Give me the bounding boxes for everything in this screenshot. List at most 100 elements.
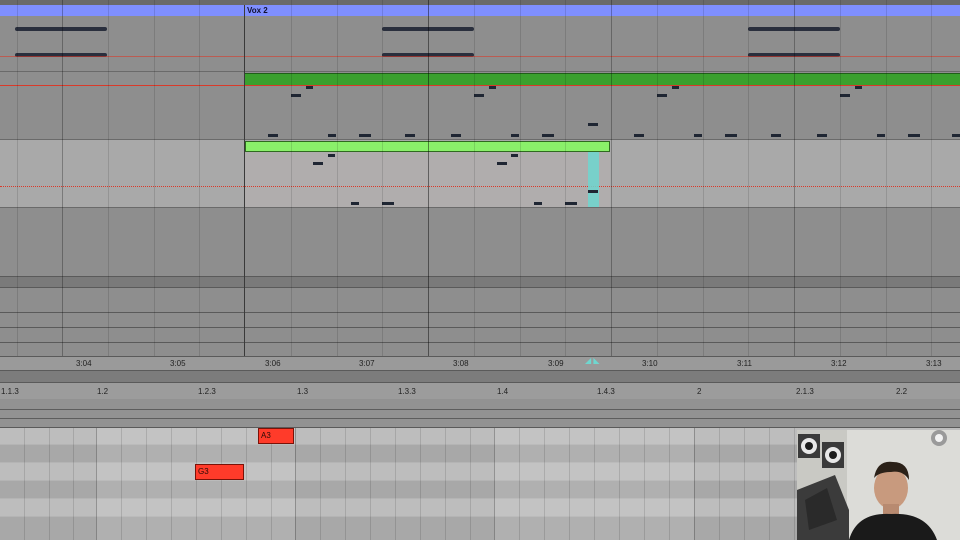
midi-note xyxy=(855,86,862,89)
grid-line xyxy=(931,0,932,356)
automation-line xyxy=(0,85,960,86)
webcam-video-frame xyxy=(797,430,960,540)
midi-note xyxy=(694,134,702,137)
midi-track-lane-1[interactable] xyxy=(0,71,960,139)
grid-line xyxy=(24,428,25,540)
midi-note xyxy=(511,134,519,137)
grid-line xyxy=(644,428,645,540)
empty-track-lane[interactable] xyxy=(0,287,960,312)
midi-note xyxy=(268,134,278,137)
grid-line xyxy=(840,0,841,356)
green-midi-clip[interactable] xyxy=(245,73,960,85)
midi-note xyxy=(634,134,644,137)
midi-note xyxy=(382,202,394,205)
playhead-marker[interactable] xyxy=(588,152,599,207)
grid-line xyxy=(669,428,670,540)
grid-line xyxy=(519,428,520,540)
midi-note xyxy=(328,134,336,137)
empty-track-lane[interactable] xyxy=(0,342,960,357)
track-divider xyxy=(0,276,960,287)
arrangement-view[interactable]: Vox 2 xyxy=(0,0,960,357)
beat-tick: 1.2.3 xyxy=(198,387,216,396)
grid-line xyxy=(199,0,200,356)
audio-track-lane[interactable]: Vox 2 xyxy=(0,5,960,71)
empty-track-lane[interactable] xyxy=(0,207,960,276)
midi-note xyxy=(511,154,518,157)
midi-note xyxy=(908,134,920,137)
midi-note xyxy=(952,134,960,137)
clip-name: Vox 2 xyxy=(247,6,268,15)
midi-note xyxy=(565,202,577,205)
clip-header-vox-2[interactable]: Vox 2 xyxy=(245,5,960,16)
time-tick: 3:08 xyxy=(453,359,469,368)
beat-tick: 2.1.3 xyxy=(796,387,814,396)
grid-line xyxy=(565,0,566,356)
loop-brace-icon[interactable]: ◢ ◣ xyxy=(585,356,600,365)
midi-note xyxy=(725,134,737,137)
grid-line xyxy=(420,428,421,540)
grid-line xyxy=(657,0,658,356)
divider xyxy=(0,418,960,419)
time-tick: 3:13 xyxy=(926,359,942,368)
midi-note xyxy=(489,86,496,89)
midi-note-g3[interactable]: G3 xyxy=(195,464,244,480)
scroll-strip[interactable] xyxy=(0,399,960,428)
midi-track-lane-2[interactable] xyxy=(0,139,960,207)
clip-header-left[interactable] xyxy=(0,5,244,16)
grid-line xyxy=(73,428,74,540)
waveform xyxy=(15,27,107,31)
grid-line xyxy=(291,0,292,356)
midi-note-a3[interactable]: A3 xyxy=(258,428,294,444)
grid-line xyxy=(271,428,272,540)
time-tick: 3:09 xyxy=(548,359,564,368)
grid-line xyxy=(694,428,695,540)
empty-track-lane[interactable] xyxy=(0,327,960,342)
grid-line xyxy=(794,428,795,540)
midi-note xyxy=(359,134,371,137)
empty-track-lane[interactable] xyxy=(0,312,960,327)
grid-line xyxy=(146,428,147,540)
grid-line xyxy=(395,428,396,540)
grid-line xyxy=(246,428,247,540)
timeline-ruler[interactable]: 3:04 3:05 3:06 3:07 3:08 3:09 3:10 3:11 … xyxy=(0,356,960,371)
midi-note xyxy=(313,162,323,165)
midi-note xyxy=(877,134,885,137)
grid-line xyxy=(221,428,222,540)
midi-note xyxy=(474,94,484,97)
grid-line xyxy=(719,428,720,540)
grid-line xyxy=(96,428,97,540)
midi-note xyxy=(451,134,461,137)
midi-note xyxy=(542,134,554,137)
grid-line xyxy=(748,0,749,356)
grid-line xyxy=(619,428,620,540)
grid-line xyxy=(345,428,346,540)
midi-note xyxy=(588,190,598,193)
webcam-overlay xyxy=(797,430,960,540)
beat-tick: 1.3 xyxy=(297,387,309,396)
midi-note xyxy=(534,202,542,205)
grid-line xyxy=(520,0,521,356)
midi-note xyxy=(771,134,781,137)
grid-line xyxy=(320,428,321,540)
time-tick: 3:06 xyxy=(265,359,281,368)
note-label: A3 xyxy=(261,431,271,440)
grid-line xyxy=(196,428,197,540)
grid-line xyxy=(544,428,545,540)
time-tick: 3:12 xyxy=(831,359,847,368)
beat-tick: 1.1.3 xyxy=(1,387,19,396)
beat-ruler[interactable]: 1.1.3 1.2 1.2.3 1.3 1.3.3 1.4 1.4.3 2 2.… xyxy=(0,382,960,400)
grid-line xyxy=(337,0,338,356)
time-tick: 3:05 xyxy=(170,359,186,368)
grid-line xyxy=(154,0,155,356)
divider xyxy=(0,409,960,410)
clip-start-line xyxy=(244,5,245,356)
grid-line xyxy=(474,0,475,356)
bar-line xyxy=(611,0,612,356)
midi-note xyxy=(306,86,313,89)
grid-line xyxy=(171,428,172,540)
time-tick: 3:11 xyxy=(737,359,752,368)
grid-line xyxy=(49,428,50,540)
grid-line xyxy=(886,0,887,356)
bar-line xyxy=(794,0,795,356)
grid-line xyxy=(594,428,595,540)
